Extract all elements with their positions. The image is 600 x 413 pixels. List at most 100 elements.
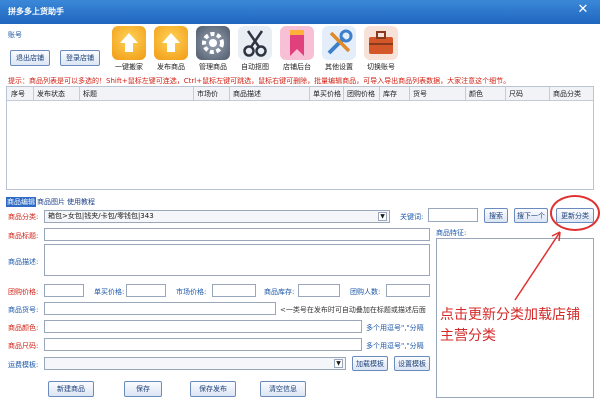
column-header[interactable]: 库存 <box>383 89 397 99</box>
product-table[interactable]: 序号 发布状态 标题 市场价 商品描述 单买价格 团购价格 库存 货号 颜色 尺… <box>6 86 594 190</box>
size-input[interactable] <box>44 338 362 351</box>
single-price-label: 单买价格: <box>94 288 125 296</box>
group-price-label: 团购价格: <box>8 288 39 296</box>
market-price-label: 市场价格: <box>176 288 207 296</box>
keyword-label: 关键词: <box>400 213 424 221</box>
column-header[interactable]: 货号 <box>413 89 427 99</box>
category-value: 箱包>女包|钱夹/卡包/零钱包|343 <box>48 212 154 220</box>
column-divider <box>33 87 34 101</box>
tab-product-edit[interactable]: 商品编辑 <box>6 197 36 207</box>
login-store-button[interactable]: 登录店铺 <box>60 50 100 66</box>
gear-icon <box>196 26 230 60</box>
single-price-input[interactable] <box>126 284 166 297</box>
desc-textarea[interactable] <box>44 244 430 276</box>
toolbar-label: 发布商品 <box>157 63 185 71</box>
save-publish-button[interactable]: 保存发布 <box>190 381 236 397</box>
save-button[interactable]: 保存 <box>124 381 162 397</box>
table-header: 序号 发布状态 标题 市场价 商品描述 单买价格 团购价格 库存 货号 颜色 尺… <box>7 87 593 101</box>
column-divider <box>379 87 380 101</box>
column-header[interactable]: 标题 <box>83 89 97 99</box>
toolbar-item-manage[interactable]: 管理商品 <box>196 26 230 72</box>
editor-tabs: 商品编辑 商品图片 使用教程 <box>6 197 96 207</box>
column-header[interactable]: 单买价格 <box>313 89 341 99</box>
color-label: 商品颜色: <box>8 324 39 332</box>
toolbar-item-backend[interactable]: 店铺后台 <box>280 26 314 72</box>
desc-label: 商品描述: <box>8 258 39 266</box>
chevron-down-icon[interactable]: ▼ <box>334 359 343 368</box>
stock-input[interactable] <box>298 284 340 297</box>
title-input[interactable] <box>44 228 430 241</box>
column-header[interactable]: 序号 <box>11 89 25 99</box>
toolbar-label: 自动抠图 <box>241 63 269 71</box>
search-button[interactable]: 搜索 <box>484 208 508 223</box>
column-header[interactable]: 颜色 <box>469 89 483 99</box>
column-header[interactable]: 商品分类 <box>553 89 581 99</box>
hint-text: 提示：商品列表是可以多选的！Shift+鼠标左键可连选，Ctrl+鼠标左键可跳选… <box>8 77 511 85</box>
title-bar: 拼多多上货助手 ✕ <box>0 0 600 24</box>
column-divider <box>549 87 550 101</box>
column-divider <box>505 87 506 101</box>
tab-tutorial[interactable]: 使用教程 <box>66 197 96 207</box>
toolbar-item-publish[interactable]: 发布商品 <box>154 26 188 72</box>
tab-product-images[interactable]: 商品图片 <box>36 197 66 207</box>
sku-note: <一类号在发布时可自动叠加在标题或描述后面 <box>280 306 426 314</box>
bookmark-icon <box>280 26 314 60</box>
sku-label: 商品货号: <box>8 306 39 314</box>
scissors-icon <box>238 26 272 60</box>
toolbar-label: 其他设置 <box>325 63 353 71</box>
market-price-input[interactable] <box>212 284 256 297</box>
group-size-label: 团购人数: <box>350 288 381 296</box>
logout-store-button[interactable]: 退出店铺 <box>10 50 50 66</box>
feature-label: 商品特征: <box>436 229 467 237</box>
color-note: 多个用逗号","分隔 <box>366 324 424 332</box>
column-header[interactable]: 市场价 <box>197 89 218 99</box>
column-divider <box>409 87 410 101</box>
clear-info-button[interactable]: 清空信息 <box>260 381 306 397</box>
load-template-button[interactable]: 加载模板 <box>352 356 388 371</box>
column-divider <box>465 87 466 101</box>
group-price-input[interactable] <box>44 284 84 297</box>
stock-label: 商品库存: <box>264 288 295 296</box>
upload-icon <box>112 26 146 60</box>
column-divider <box>343 87 344 101</box>
set-template-button[interactable]: 设置模板 <box>394 356 430 371</box>
shipping-label: 运费模板: <box>8 361 39 369</box>
wrench-icon <box>322 26 356 60</box>
keyword-input[interactable] <box>428 208 478 222</box>
color-input[interactable] <box>44 320 362 333</box>
search-next-button[interactable]: 搜下一个 <box>514 208 548 223</box>
toolbar-item-settings[interactable]: 其他设置 <box>322 26 356 72</box>
column-divider <box>79 87 80 101</box>
column-header[interactable]: 团购价格 <box>347 89 375 99</box>
chevron-down-icon[interactable]: ▼ <box>378 212 387 221</box>
title-label: 商品标题: <box>8 232 39 240</box>
column-header[interactable]: 发布状态 <box>37 89 65 99</box>
sku-input[interactable] <box>44 302 276 315</box>
toolbar-item-move[interactable]: 一键搬家 <box>112 26 146 72</box>
window-title: 拼多多上货助手 <box>8 7 64 16</box>
annotation-text: 点击更新分类加载店铺主营分类 <box>440 307 580 344</box>
column-header[interactable]: 尺码 <box>509 89 523 99</box>
category-label: 商品分类: <box>8 213 39 221</box>
toolbar-item-matting[interactable]: 自动抠图 <box>238 26 272 72</box>
account-label: 账号 <box>8 31 22 39</box>
toolbar-label: 店铺后台 <box>283 63 311 71</box>
column-divider <box>193 87 194 101</box>
new-product-button[interactable]: 新建商品 <box>48 381 94 397</box>
toolbar-label: 一键搬家 <box>115 63 143 71</box>
briefcase-icon <box>364 26 398 60</box>
close-icon[interactable]: ✕ <box>576 3 590 17</box>
toolbar-label: 切换账号 <box>367 63 395 71</box>
category-select[interactable]: 箱包>女包|钱夹/卡包/零钱包|343 ▼ <box>44 210 390 223</box>
column-divider <box>309 87 310 101</box>
size-label: 商品尺码: <box>8 342 39 350</box>
toolbar-item-switch-account[interactable]: 切换账号 <box>364 26 398 72</box>
highlight-circle <box>550 195 600 231</box>
column-divider <box>229 87 230 101</box>
size-note: 多个用逗号","分隔 <box>366 342 424 350</box>
upload-icon <box>154 26 188 60</box>
group-size-input[interactable] <box>386 284 430 297</box>
toolbar-label: 管理商品 <box>199 63 227 71</box>
shipping-select[interactable]: ▼ <box>44 357 346 370</box>
column-header[interactable]: 商品描述 <box>233 89 261 99</box>
